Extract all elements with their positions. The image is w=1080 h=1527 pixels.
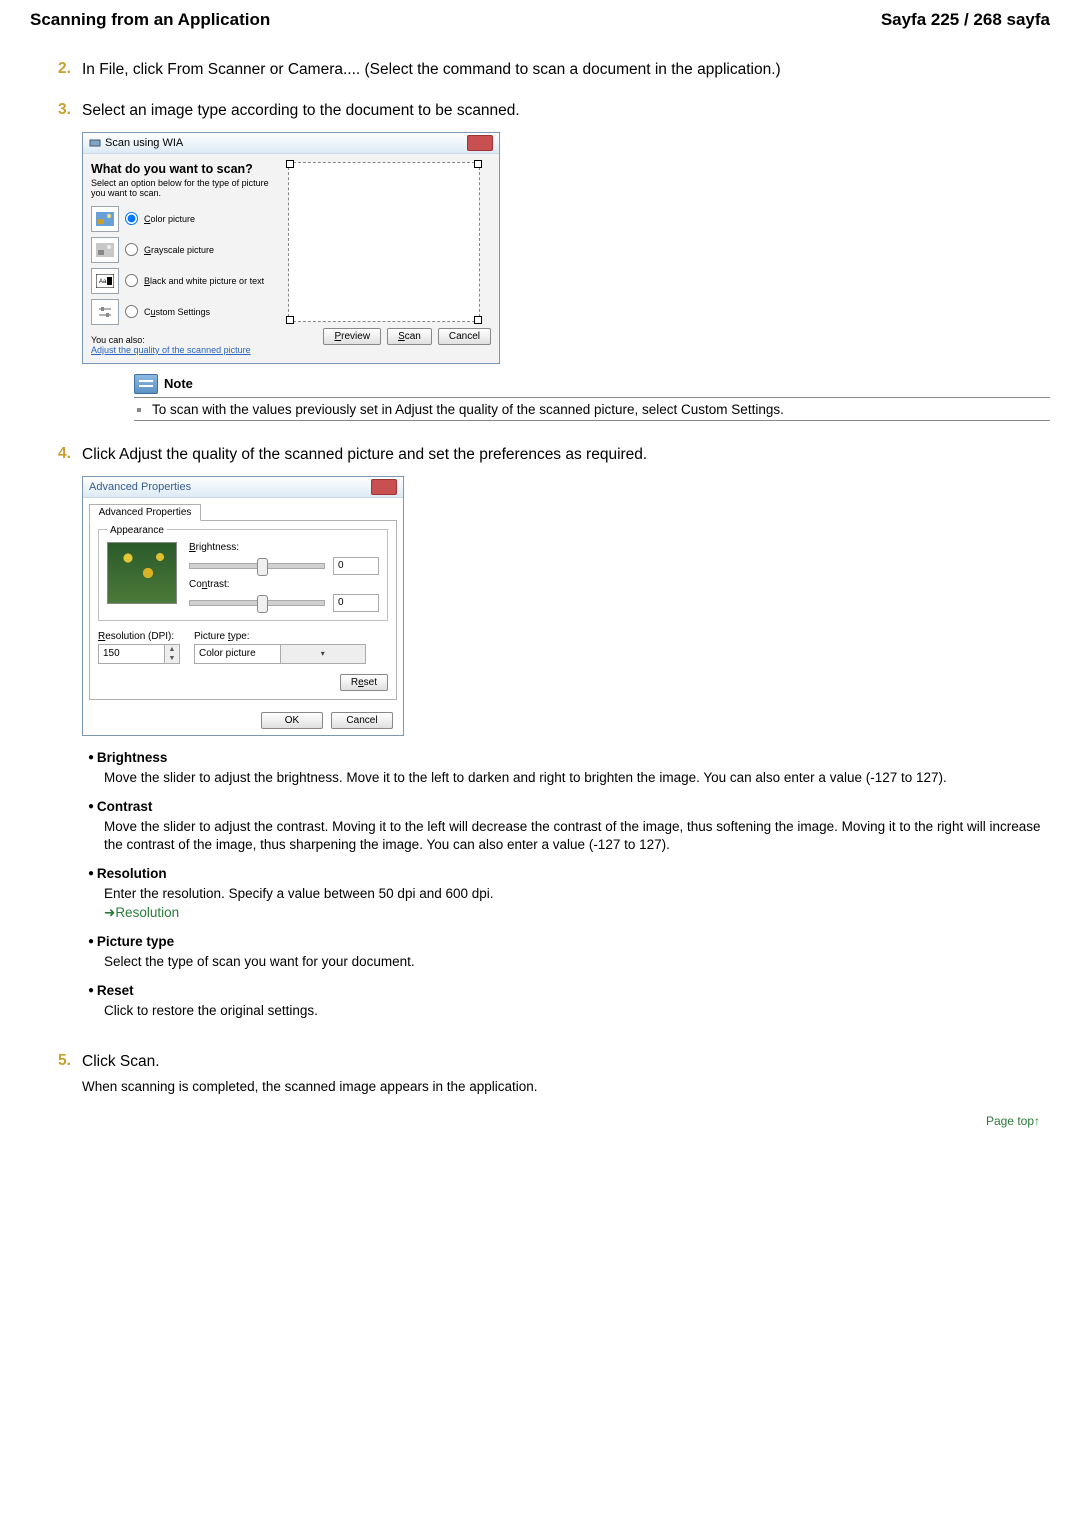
option-color-radio[interactable] [125, 212, 138, 225]
adv-title-text: Advanced Properties [89, 481, 191, 493]
resolution-input[interactable]: 150 ▲ ▼ [98, 644, 180, 664]
crop-handle-icon[interactable] [286, 160, 294, 168]
divider [134, 397, 1050, 398]
spin-up-icon[interactable]: ▲ [165, 645, 179, 654]
step-3-number: 3. [58, 101, 74, 119]
crop-handle-icon[interactable] [474, 160, 482, 168]
crop-handle-icon[interactable] [286, 316, 294, 324]
cancel-button[interactable]: Cancel [331, 712, 393, 729]
page-top-link[interactable]: Page top [40, 1114, 1040, 1128]
step-5-text: Click Scan. [82, 1052, 160, 1073]
appearance-legend: Appearance [107, 525, 167, 536]
option-bw[interactable]: Aa Black and white picture or text [91, 268, 276, 294]
wia-question: What do you want to scan? [91, 162, 276, 176]
step-5-number: 5. [58, 1052, 74, 1070]
note-label: Note [164, 376, 193, 391]
option-bw-label: Black and white picture or text [144, 276, 264, 286]
cancel-button[interactable]: Cancel [438, 328, 491, 345]
slider-thumb-icon[interactable] [257, 595, 268, 613]
desc-ptype-title: Picture type [88, 934, 1050, 949]
ok-button[interactable]: OK [261, 712, 323, 729]
wia-also: You can also: [91, 335, 276, 345]
spin-down-icon[interactable]: ▼ [165, 654, 179, 663]
step-4-text: Click Adjust the quality of the scanned … [82, 445, 647, 466]
close-icon[interactable] [371, 479, 397, 495]
desc-reset-title: Reset [88, 983, 1050, 998]
contrast-slider[interactable] [189, 600, 325, 606]
step-2-text: In File, click From Scanner or Camera...… [82, 60, 781, 81]
reset-button[interactable]: Reset [340, 674, 388, 691]
close-icon[interactable] [467, 135, 493, 151]
option-custom-radio[interactable] [125, 305, 138, 318]
contrast-label: Contrast: [189, 579, 379, 590]
step-2-number: 2. [58, 60, 74, 78]
picture-type-combo[interactable]: Color picture ▾ [194, 644, 366, 664]
step-5-after: When scanning is completed, the scanned … [82, 1079, 1050, 1094]
note-item: To scan with the values previously set i… [152, 402, 1050, 417]
contrast-value[interactable]: 0 [333, 594, 379, 612]
scanner-icon [89, 137, 101, 149]
wia-subtext: Select an option below for the type of p… [91, 178, 276, 198]
option-grayscale[interactable]: Grayscale picture [91, 237, 276, 263]
advanced-properties-dialog: Advanced Properties Advanced Properties … [82, 476, 404, 736]
option-grayscale-radio[interactable] [125, 243, 138, 256]
option-custom-label: Custom Settings [144, 307, 210, 317]
desc-resolution-title: Resolution [88, 866, 1050, 881]
option-custom[interactable]: Custom Settings [91, 299, 276, 325]
desc-contrast-text: Move the slider to adjust the contrast. … [104, 818, 1050, 854]
preview-button[interactable]: PPreviewreview [323, 328, 381, 345]
step-4-number: 4. [58, 445, 74, 463]
option-color-label: CColor pictureolor picture [144, 214, 195, 224]
wia-preview-area[interactable] [288, 162, 480, 322]
chevron-down-icon[interactable]: ▾ [280, 645, 366, 663]
wia-title-text: Scan using WIA [105, 137, 183, 149]
page-title: Scanning from an Application [30, 10, 270, 30]
brightness-slider[interactable] [189, 563, 325, 569]
desc-ptype-text: Select the type of scan you want for you… [104, 953, 1050, 971]
wia-dialog: Scan using WIA What do you want to scan?… [82, 132, 500, 364]
step-3-text: Select an image type according to the do… [82, 101, 520, 122]
bw-picture-icon: Aa [96, 274, 114, 288]
appearance-preview [107, 542, 177, 604]
resolution-label: Resolution (DPI): [98, 631, 180, 642]
desc-reset-text: Click to restore the original settings. [104, 1002, 1050, 1020]
desc-resolution-text: Enter the resolution. Specify a value be… [104, 885, 1050, 921]
resolution-link[interactable]: Resolution [104, 905, 179, 920]
color-picture-icon [96, 212, 114, 226]
page-counter: Sayfa 225 / 268 sayfa [881, 10, 1050, 30]
wia-adjust-link[interactable]: Adjust the quality of the scanned pictur… [91, 345, 276, 355]
desc-brightness-text: Move the slider to adjust the brightness… [104, 769, 1050, 787]
crop-handle-icon[interactable] [474, 316, 482, 324]
option-grayscale-label: Grayscale picture [144, 245, 214, 255]
brightness-label: Brightness: [189, 542, 379, 553]
option-bw-radio[interactable] [125, 274, 138, 287]
desc-brightness-title: Brightness [88, 750, 1050, 765]
divider [134, 420, 1050, 421]
slider-thumb-icon[interactable] [257, 558, 268, 576]
picture-type-label: Picture type: [194, 631, 366, 642]
svg-text:Aa: Aa [99, 279, 107, 285]
custom-settings-icon [96, 305, 114, 319]
desc-contrast-title: Contrast [88, 799, 1050, 814]
note-icon [134, 374, 158, 394]
scan-button[interactable]: Scan [387, 328, 432, 345]
grayscale-picture-icon [96, 243, 114, 257]
adv-tab[interactable]: Advanced Properties [89, 504, 201, 521]
brightness-value[interactable]: 0 [333, 557, 379, 575]
option-color[interactable]: CColor pictureolor picture [91, 206, 276, 232]
